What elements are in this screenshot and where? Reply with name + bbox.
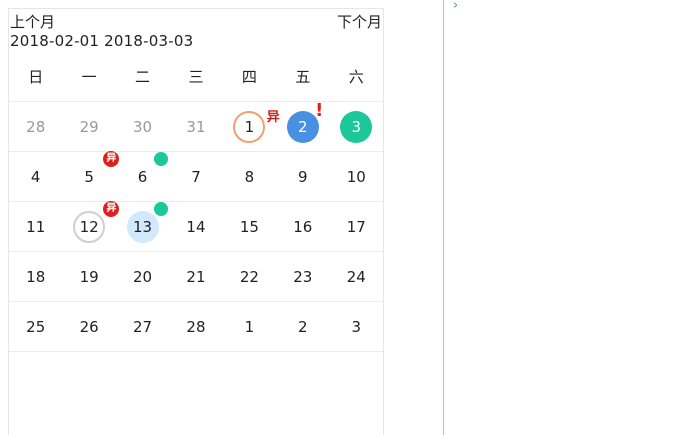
day-number: 22 xyxy=(239,267,259,286)
day-cell[interactable]: 28 xyxy=(169,302,222,351)
day-cell[interactable]: 15 xyxy=(223,202,276,251)
day-cell[interactable]: 8 xyxy=(223,152,276,201)
day-cell[interactable]: 17 xyxy=(330,202,383,251)
day-cell[interactable]: 21 xyxy=(169,252,222,301)
day-cell[interactable]: 29 xyxy=(62,102,115,151)
day-cell[interactable]: 30 xyxy=(116,102,169,151)
week-row: 11 12 异 13 14 15 16 17 xyxy=(9,201,383,251)
day-number: 23 xyxy=(293,267,313,286)
day-cell[interactable]: 26 xyxy=(62,302,115,351)
status-dot-icon xyxy=(153,202,168,216)
weekday-fri: 五 xyxy=(295,68,311,86)
weekday-tue: 二 xyxy=(135,68,151,86)
day-number: 28 xyxy=(186,317,206,336)
day-cell[interactable]: 20 xyxy=(116,252,169,301)
day-grid: 28 29 30 31 1 异 2! 3 4 5 异 6 7 8 9 10 11 12 异 13 14 15 16 17 18 1… xyxy=(9,100,383,352)
day-cell[interactable]: 1 xyxy=(223,302,276,351)
weekday-header: 日 一 二 三 四 五 六 xyxy=(9,65,383,101)
day-cell[interactable]: 19 xyxy=(62,252,115,301)
day-cell[interactable]: 2! xyxy=(276,100,329,151)
day-number: 6 xyxy=(137,167,148,186)
day-number: 31 xyxy=(186,117,206,136)
panel-divider xyxy=(443,0,444,435)
weekday-sat: 六 xyxy=(348,68,364,86)
week-row: 28 29 30 31 1 异 2! 3 xyxy=(9,100,383,151)
day-cell[interactable]: 7 xyxy=(169,152,222,201)
day-number: 2 xyxy=(298,317,308,336)
day-cell[interactable]: 9 xyxy=(276,152,329,201)
day-number: 5 xyxy=(84,167,94,186)
day-number: 28 xyxy=(26,117,46,136)
day-cell[interactable]: 2 xyxy=(276,302,329,351)
weekday-mon: 一 xyxy=(81,68,97,86)
day-cell[interactable]: 23 xyxy=(276,252,329,301)
alert-icon: ! xyxy=(315,100,324,121)
calendar-nav: 上个月 下个月 xyxy=(9,9,383,31)
day-number: 21 xyxy=(186,267,206,286)
day-number: 3 xyxy=(351,317,361,336)
date-range-text: 2018-02-01 2018-03-03 xyxy=(10,32,194,50)
day-cell[interactable]: 3 xyxy=(330,302,383,351)
prev-month-button[interactable]: 上个月 xyxy=(10,11,55,32)
day-cell[interactable]: 3 xyxy=(330,102,383,151)
day-number: 9 xyxy=(298,167,308,186)
day-cell[interactable]: 11 xyxy=(9,202,62,251)
day-cell[interactable]: 6 xyxy=(116,152,169,201)
day-cell[interactable]: 10 xyxy=(330,152,383,201)
week-row: 25 26 27 28 1 2 3 xyxy=(9,301,383,352)
day-number: 29 xyxy=(79,117,99,136)
day-cell[interactable]: 28 xyxy=(9,102,62,151)
weekday-sun: 日 xyxy=(28,68,44,86)
day-cell[interactable]: 31 xyxy=(169,102,222,151)
day-cell[interactable]: 5异 xyxy=(62,151,120,201)
day-number: 27 xyxy=(133,317,153,336)
day-cell[interactable]: 1异 xyxy=(223,102,280,151)
day-number: 25 xyxy=(26,317,46,336)
day-cell[interactable]: 4 xyxy=(9,152,62,201)
day-number: 1 xyxy=(244,317,255,336)
day-number: 19 xyxy=(79,267,99,286)
day-number: 24 xyxy=(346,267,366,286)
weekday-wed: 三 xyxy=(188,68,204,86)
weekday-thu: 四 xyxy=(241,68,257,86)
day-cell[interactable]: 16 xyxy=(276,202,329,251)
day-number: 8 xyxy=(244,167,255,186)
day-cell[interactable]: 13 xyxy=(116,202,169,251)
next-month-button[interactable]: 下个月 xyxy=(337,11,382,32)
day-number: 4 xyxy=(30,167,41,186)
calendar: 上个月 下个月 2018-02-01 2018-03-03 日 一 二 三 四 … xyxy=(8,8,384,435)
day-number: 18 xyxy=(26,267,46,286)
day-cell[interactable]: 27 xyxy=(116,302,169,351)
day-number: 1 xyxy=(233,110,266,143)
week-row: 4 5 异 6 7 8 9 10 xyxy=(9,151,383,201)
day-cell[interactable]: 12 异 xyxy=(62,201,120,251)
day-number: 7 xyxy=(191,167,201,186)
day-number: 20 xyxy=(133,267,153,286)
week-row: 18 19 20 21 22 23 24 xyxy=(9,251,383,301)
day-cell[interactable]: 18 xyxy=(9,252,62,301)
day-number: 3 xyxy=(340,110,373,143)
day-number: 30 xyxy=(133,117,153,136)
day-cell[interactable]: 14 xyxy=(169,202,222,251)
day-number: 10 xyxy=(346,167,366,186)
day-number: 14 xyxy=(186,217,206,236)
chevron-right-icon[interactable]: › xyxy=(453,0,463,12)
day-cell[interactable]: 25 xyxy=(9,302,62,351)
day-number: 26 xyxy=(79,317,99,336)
day-number: 15 xyxy=(239,217,259,236)
day-cell[interactable]: 24 xyxy=(330,252,383,301)
day-number: 13 xyxy=(126,210,159,243)
day-number: 12 xyxy=(73,210,106,243)
day-number: 16 xyxy=(293,217,313,236)
status-dot-icon xyxy=(153,152,168,166)
day-number: 11 xyxy=(26,217,46,236)
day-cell[interactable]: 22 xyxy=(223,252,276,301)
day-number: 2 xyxy=(286,110,319,143)
day-number: 17 xyxy=(346,217,366,236)
